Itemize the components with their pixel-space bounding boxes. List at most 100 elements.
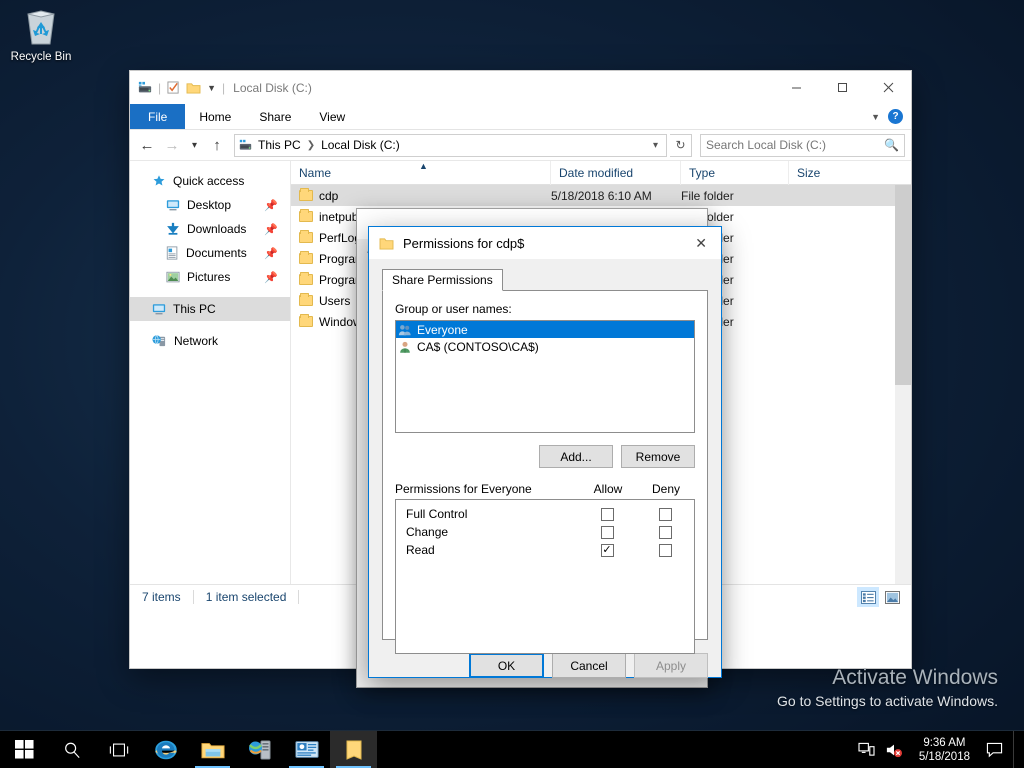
maximize-button[interactable]	[819, 71, 865, 104]
desktop-icon-recycle-bin[interactable]: Recycle Bin	[4, 6, 78, 64]
full-control-allow-checkbox[interactable]	[600, 507, 614, 521]
desktop-icon-label: Recycle Bin	[10, 51, 72, 63]
documents-icon	[166, 246, 178, 260]
permission-label: Read	[406, 543, 435, 557]
sidebar-item-this-pc[interactable]: This PC	[130, 297, 290, 321]
sidebar-item-downloads[interactable]: Downloads 📌	[130, 217, 290, 241]
ribbon-tab-share[interactable]: Share	[245, 104, 305, 129]
breadcrumb-separator-1: ❯	[306, 139, 316, 151]
qat-separator-1: |	[158, 80, 162, 95]
table-row[interactable]: cdp 5/18/2018 6:10 AM File folder	[291, 185, 911, 206]
this-pc-icon[interactable]	[138, 81, 152, 95]
refresh-button[interactable]: ↻	[670, 133, 692, 157]
ok-button[interactable]: OK	[469, 653, 544, 678]
table-row: Full Control	[396, 505, 694, 523]
pin-icon[interactable]: 📌	[264, 199, 278, 212]
group-or-user-names-label: Group or user names:	[395, 302, 512, 316]
ribbon-tab-home[interactable]: Home	[185, 104, 245, 129]
server-manager-button[interactable]	[236, 731, 283, 768]
breadcrumb-local-disk[interactable]: Local Disk (C:)	[319, 138, 402, 152]
permissions-title-bar: Permissions for cdp$ ✕	[369, 227, 721, 259]
navigation-bar: ← → ▾ ↑ This PC ❯ Local Disk (C:) ▾ ↻ Se…	[130, 130, 911, 160]
start-button[interactable]	[0, 731, 48, 768]
pin-icon[interactable]: 📌	[264, 271, 278, 284]
new-folder-icon[interactable]	[186, 81, 201, 94]
column-header-date-modified[interactable]: Date modified	[551, 160, 681, 185]
up-button[interactable]: ↑	[206, 133, 228, 157]
pin-icon[interactable]: 📌	[264, 223, 278, 236]
taskbar-clock[interactable]: 9:36 AM 5/18/2018	[913, 736, 976, 764]
add-button[interactable]: Add...	[539, 445, 613, 468]
close-button[interactable]	[865, 71, 911, 104]
permissions-tab-strip: Share Permissions	[382, 269, 708, 291]
ribbon-tab-file[interactable]: File	[130, 104, 186, 129]
change-deny-cell	[636, 525, 694, 539]
column-header-type[interactable]: Type	[681, 160, 789, 185]
list-item[interactable]: CA$ (CONTOSO\CA$)	[396, 338, 694, 355]
file-name-label: cdp	[319, 188, 339, 203]
ribbon-expand-chevron-icon[interactable]: ▼	[871, 112, 880, 122]
checkmark-icon: ✓	[602, 543, 612, 556]
forward-button[interactable]: →	[161, 133, 183, 157]
folder-icon	[299, 209, 313, 222]
sidebar-item-pictures[interactable]: Pictures 📌	[130, 265, 290, 289]
cancel-button[interactable]: Cancel	[552, 653, 626, 678]
full-control-deny-checkbox[interactable]	[658, 507, 672, 521]
change-allow-checkbox[interactable]	[600, 525, 614, 539]
file-list-scrollbar[interactable]	[895, 185, 911, 584]
permission-label: Change	[406, 525, 449, 539]
taskbar: 9:36 AM 5/18/2018	[0, 730, 1024, 768]
folder-icon	[299, 251, 313, 264]
back-button[interactable]: ←	[136, 133, 158, 157]
address-dropdown-chevron-icon[interactable]: ▾	[649, 140, 662, 151]
powershell-ise-icon	[294, 741, 319, 758]
powershell-ise-button[interactable]	[283, 731, 330, 768]
show-desktop-button[interactable]	[1013, 730, 1020, 768]
search-input[interactable]: Search Local Disk (C:) 🔍	[700, 133, 905, 157]
breadcrumb-this-pc[interactable]: This PC	[256, 138, 303, 152]
tab-share-permissions[interactable]: Share Permissions	[382, 269, 503, 291]
sort-ascending-icon: ▲	[419, 161, 428, 171]
address-bar[interactable]: This PC ❯ Local Disk (C:) ▾	[234, 133, 667, 157]
sidebar-item-quick-access-label: Quick access	[173, 174, 245, 188]
search-button[interactable]	[48, 731, 95, 768]
sidebar-item-quick-access[interactable]: Quick access	[130, 169, 290, 193]
pin-icon[interactable]: 📌	[264, 247, 278, 260]
read-deny-checkbox[interactable]	[658, 543, 672, 557]
help-icon[interactable]: ?	[888, 109, 903, 124]
recent-locations-button[interactable]: ▾	[186, 133, 203, 157]
sidebar-item-desktop[interactable]: Desktop 📌	[130, 193, 290, 217]
minimize-button[interactable]	[773, 71, 819, 104]
properties-icon[interactable]	[167, 81, 180, 95]
details-view-button[interactable]	[857, 587, 879, 607]
qat-chevron-down-icon[interactable]: ▼	[207, 83, 216, 93]
table-row: Read ✓	[396, 541, 694, 559]
scrollbar-thumb[interactable]	[895, 185, 911, 385]
group-user-list[interactable]: Everyone CA$ (CONTOSO\CA$)	[395, 320, 695, 433]
change-deny-checkbox[interactable]	[658, 525, 672, 539]
sidebar-item-network[interactable]: Network	[130, 329, 290, 353]
large-icons-view-button[interactable]	[881, 587, 903, 607]
list-item[interactable]: Everyone	[396, 321, 694, 338]
network-icon[interactable]	[858, 742, 875, 757]
task-view-button[interactable]	[95, 731, 142, 768]
ribbon-tab-home-label: Home	[199, 109, 232, 124]
permissions-close-button[interactable]: ✕	[691, 235, 711, 252]
file-explorer-button[interactable]	[189, 731, 236, 768]
user-icon	[400, 341, 410, 353]
sidebar-item-documents[interactable]: Documents 📌	[130, 241, 290, 265]
action-center-icon[interactable]	[986, 742, 1003, 758]
watermark-title: Activate Windows	[832, 666, 998, 689]
qat-separator-2: |	[222, 80, 226, 95]
permission-label: Full Control	[406, 507, 468, 521]
ribbon-tab-view[interactable]: View	[305, 104, 359, 129]
volume-muted-icon[interactable]	[885, 742, 903, 758]
read-allow-checkbox[interactable]: ✓	[600, 543, 614, 557]
column-header-type-label: Type	[689, 165, 716, 180]
list-item-label: Everyone	[417, 322, 468, 337]
sidebar-item-desktop-label: Desktop	[187, 198, 232, 212]
explorer-window-button[interactable]	[330, 730, 377, 768]
column-header-size[interactable]: Size	[789, 161, 869, 185]
internet-explorer-button[interactable]	[142, 731, 189, 768]
remove-button[interactable]: Remove	[621, 445, 695, 468]
